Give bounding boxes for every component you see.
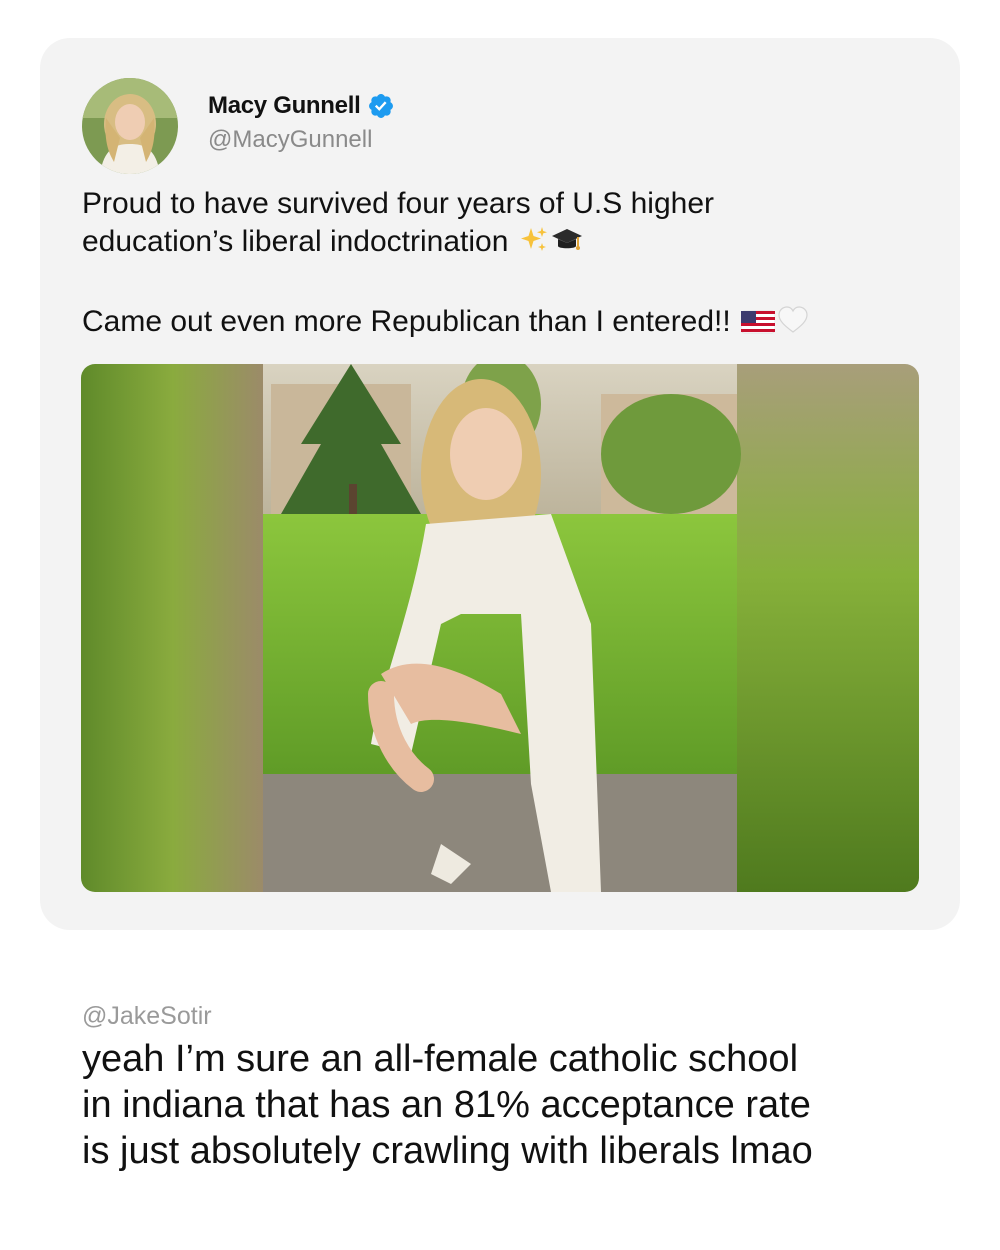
white-heart-icon [777, 305, 809, 345]
avatar[interactable] [82, 78, 178, 174]
display-name[interactable]: Macy Gunnell [208, 92, 361, 120]
reply-text-line: in indiana that has an 81% acceptance ra… [82, 1084, 811, 1126]
reply-text-line: is just absolutely crawling with liberal… [82, 1130, 813, 1172]
us-flag-icon [740, 307, 776, 345]
tweet-text-line: education’s liberal indoctrination [82, 223, 942, 265]
reply-text: yeah I’m sure an all-female catholic sch… [82, 1036, 962, 1174]
sparkles-icon [519, 225, 549, 265]
tweet-handle[interactable]: @MacyGunnell [208, 126, 372, 154]
reply-text-line: yeah I’m sure an all-female catholic sch… [82, 1038, 799, 1080]
tweet-text-line: Proud to have survived four years of U.S… [82, 187, 714, 220]
tweet-media-image[interactable] [81, 364, 919, 892]
tweet-text-line: Came out even more Republican than I ent… [82, 303, 942, 345]
reply-handle[interactable]: @JakeSotir [82, 1002, 212, 1031]
graduation-cap-icon [551, 225, 583, 265]
quoted-tweet-card[interactable]: Macy Gunnell @MacyGunnell Proud to have … [40, 38, 960, 930]
tweet-text: Proud to have survived four years of U.S… [82, 185, 942, 345]
verified-badge-icon [369, 94, 394, 118]
